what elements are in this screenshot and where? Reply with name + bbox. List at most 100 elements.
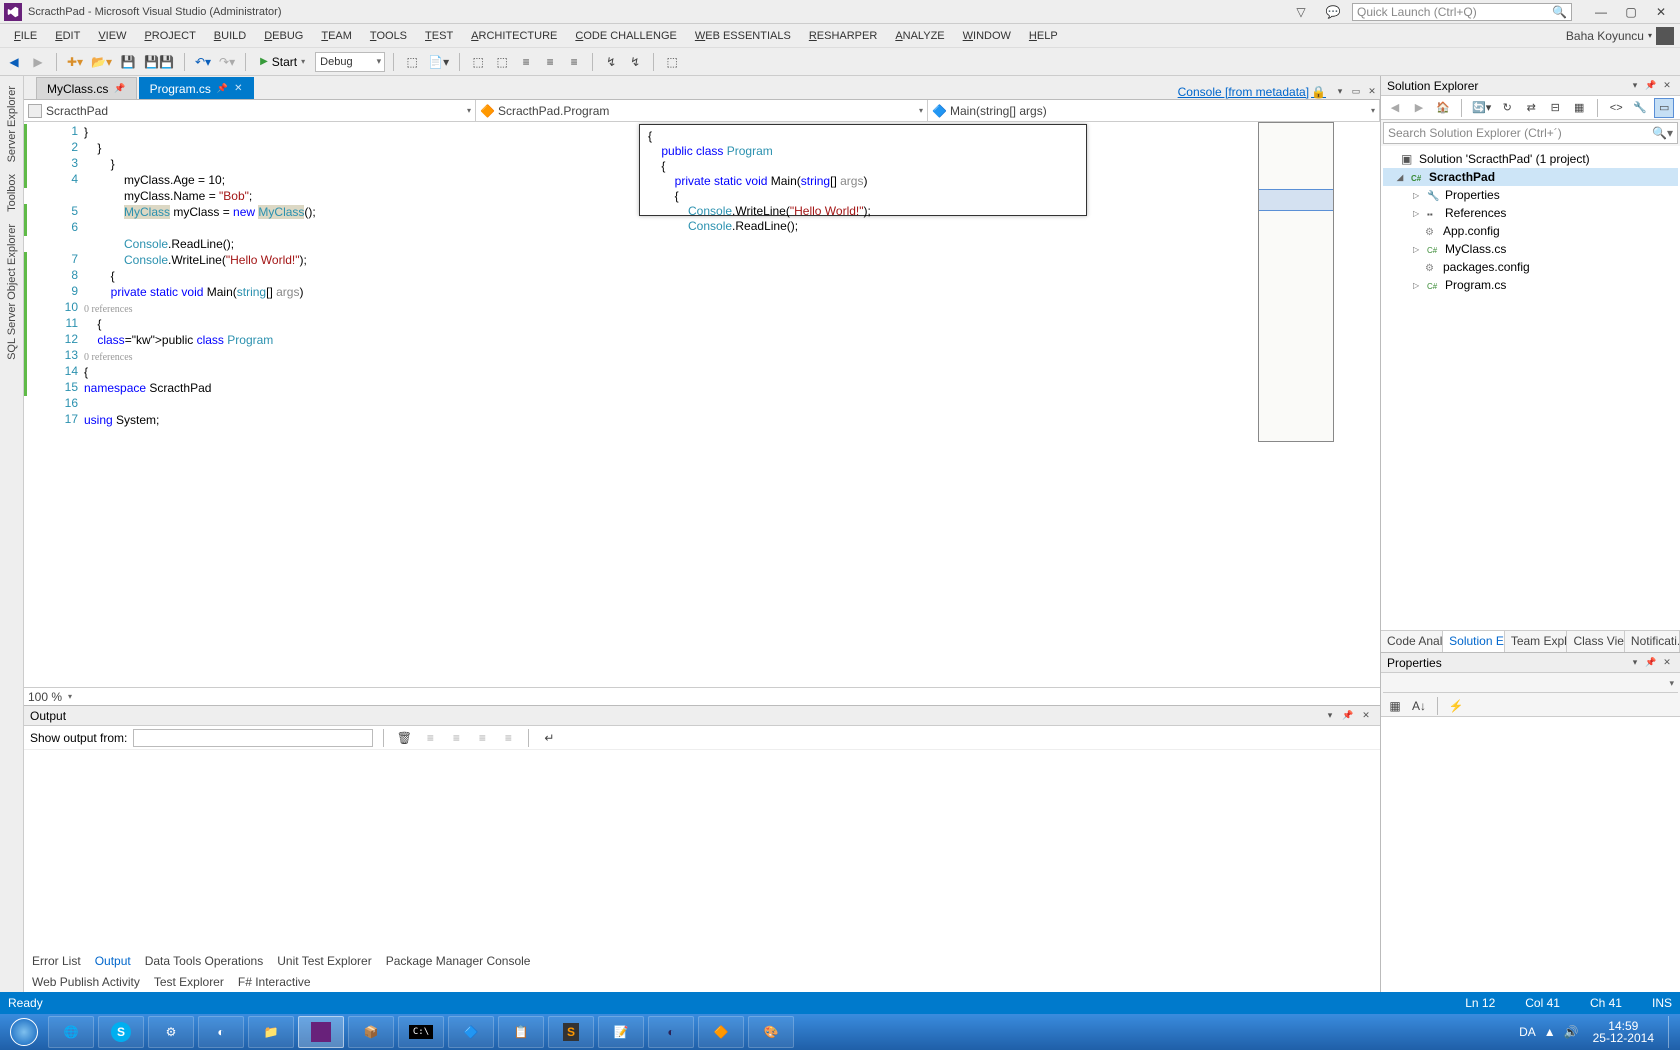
props-categorized-button[interactable]: ▦ [1385, 696, 1405, 716]
tb-icon-1[interactable]: ⬚ [402, 52, 422, 72]
new-project-button[interactable]: ✚▾ [65, 52, 85, 72]
tb-icon-5[interactable]: ≡ [516, 52, 536, 72]
rtab-solutionexplorer[interactable]: Solution E... [1443, 631, 1505, 652]
props-object-dropdown[interactable]: ▾ [1383, 675, 1678, 693]
start-button[interactable] [4, 1016, 44, 1048]
menu-debug[interactable]: DEBUG [256, 28, 311, 44]
taskbar-cmd[interactable]: C:\ [398, 1016, 444, 1048]
rtab-codeanalysis[interactable]: Code Anal... [1381, 631, 1443, 652]
se-properties-button[interactable]: 🔧 [1630, 98, 1650, 118]
close-tab-icon[interactable]: ✕ [234, 83, 242, 94]
tab-myclass[interactable]: MyClass.cs 📌 [36, 77, 137, 99]
feedback-speech-icon[interactable]: 💬 [1320, 3, 1346, 21]
start-debug-button[interactable]: ▶ Start ▾ [254, 52, 311, 72]
open-file-button[interactable]: 📂▾ [89, 52, 114, 72]
pin-icon[interactable]: 📌 [217, 83, 228, 94]
taskbar-app-2[interactable]: 📦 [348, 1016, 394, 1048]
menu-project[interactable]: PROJECT [136, 28, 203, 44]
output-clear-button[interactable]: 🗑 [394, 728, 414, 748]
side-tab-sql-explorer[interactable]: SQL Server Object Explorer [4, 218, 20, 366]
rtab-classview[interactable]: Class View [1567, 631, 1624, 652]
menu-edit[interactable]: EDIT [47, 28, 88, 44]
tray-lang[interactable]: DA [1519, 1025, 1536, 1039]
props-close-button[interactable]: ✕ [1660, 656, 1674, 670]
output-dropdown-button[interactable]: ▾ [1322, 708, 1338, 724]
save-all-button[interactable]: 💾💾 [142, 52, 176, 72]
tab-test-explorer[interactable]: Test Explorer [154, 975, 224, 989]
tab-web-publish[interactable]: Web Publish Activity [32, 975, 140, 989]
tab-pkg-mgr[interactable]: Package Manager Console [386, 954, 531, 968]
se-home-button[interactable]: 🏠 [1433, 98, 1453, 118]
quick-launch-input[interactable]: Quick Launch (Ctrl+Q) 🔍 [1352, 3, 1572, 21]
tb-icon-10[interactable]: ⬚ [662, 52, 682, 72]
tree-program[interactable]: ▷ Program.cs [1383, 276, 1678, 294]
menu-test[interactable]: TEST [417, 28, 461, 44]
rtab-notifications[interactable]: Notificati... [1625, 631, 1680, 652]
se-pin-button[interactable]: 📌 [1644, 79, 1658, 93]
taskbar-app-5[interactable]: 📝 [598, 1016, 644, 1048]
output-btn-1[interactable]: ≡ [420, 728, 440, 748]
tb-icon-8[interactable]: ↯ [601, 52, 621, 72]
taskbar-app-3[interactable]: 🔷 [448, 1016, 494, 1048]
tree-properties[interactable]: ▷ Properties [1383, 186, 1678, 204]
taskbar-visualstudio[interactable] [298, 1016, 344, 1048]
solution-tree[interactable]: Solution 'ScracthPad' (1 project) ◢ Scra… [1381, 146, 1680, 630]
taskbar-app-1[interactable]: ⚙ [148, 1016, 194, 1048]
output-wrap-button[interactable]: ↵ [539, 728, 559, 748]
se-scope-button[interactable]: 🔄▾ [1470, 98, 1493, 118]
se-fwd-button[interactable]: ▶ [1409, 98, 1429, 118]
system-tray[interactable]: DA ▲ 🔊 14:59 25-12-2014 [1519, 1016, 1676, 1048]
taskbar-eclipse[interactable]: ◐ [648, 1016, 694, 1048]
taskbar-steam[interactable]: ◐ [198, 1016, 244, 1048]
output-btn-4[interactable]: ≡ [498, 728, 518, 748]
menu-tools[interactable]: TOOLS [362, 28, 415, 44]
nav-namespace-dropdown[interactable]: ScracthPad [24, 100, 476, 121]
save-button[interactable]: 💾 [118, 52, 138, 72]
close-metadata-button[interactable]: ✕ [1364, 83, 1380, 99]
metadata-link[interactable]: Console [from metadata] 🔒 [1172, 85, 1332, 99]
menu-window[interactable]: WINDOW [955, 28, 1019, 44]
show-desktop-button[interactable] [1668, 1016, 1676, 1048]
props-alpha-button[interactable]: A↓ [1409, 696, 1429, 716]
output-pin-button[interactable]: 📌 [1340, 708, 1356, 724]
taskbar-sublime[interactable]: S [548, 1016, 594, 1048]
signed-in-user[interactable]: Baha Koyuncu ▾ [1566, 27, 1674, 45]
nav-back-button[interactable]: ◀ [4, 52, 24, 72]
menu-build[interactable]: BUILD [206, 28, 254, 44]
tab-program[interactable]: Program.cs 📌 ✕ [139, 77, 254, 99]
restore-button[interactable]: ▢ [1616, 3, 1646, 21]
tree-packages[interactable]: packages.config [1383, 258, 1678, 276]
solution-search-input[interactable]: Search Solution Explorer (Ctrl+´) 🔍▾ [1383, 122, 1678, 144]
se-showall-button[interactable]: ▦ [1569, 98, 1589, 118]
taskbar-explorer[interactable]: 📁 [248, 1016, 294, 1048]
feedback-down-icon[interactable]: ▽ [1288, 3, 1314, 21]
props-dropdown-button[interactable]: ▾ [1628, 656, 1642, 670]
tab-output[interactable]: Output [95, 954, 131, 968]
tab-overflow-button[interactable]: ▾ [1332, 83, 1348, 99]
zoom-dropdown[interactable]: 100 % ▾ [24, 687, 1380, 705]
tab-data-tools[interactable]: Data Tools Operations [145, 954, 264, 968]
se-back-button[interactable]: ◀ [1385, 98, 1405, 118]
tb-icon-3[interactable]: ⬚ [468, 52, 488, 72]
redo-button[interactable]: ↷▾ [217, 52, 237, 72]
menu-codechallenge[interactable]: CODE CHALLENGE [567, 28, 684, 44]
output-btn-3[interactable]: ≡ [472, 728, 492, 748]
se-close-button[interactable]: ✕ [1660, 79, 1674, 93]
code-editor[interactable]: 1234567891011121314151617 } } } myClass.… [24, 122, 1380, 687]
tab-unit-test[interactable]: Unit Test Explorer [277, 954, 371, 968]
menu-view[interactable]: VIEW [90, 28, 134, 44]
props-events-button[interactable]: ⚡ [1446, 696, 1466, 716]
se-collapse-button[interactable]: ⊟ [1545, 98, 1565, 118]
menu-help[interactable]: HELP [1021, 28, 1066, 44]
tree-references[interactable]: ▷ References [1383, 204, 1678, 222]
properties-grid[interactable] [1381, 717, 1680, 992]
tree-myclass[interactable]: ▷ MyClass.cs [1383, 240, 1678, 258]
tb-icon-2[interactable]: 📄▾ [426, 52, 451, 72]
tree-project[interactable]: ◢ ScracthPad [1383, 168, 1678, 186]
taskbar-chrome[interactable]: 🌐 [48, 1016, 94, 1048]
se-code-button[interactable]: <> [1606, 98, 1626, 118]
side-tab-server-explorer[interactable]: Server Explorer [4, 80, 20, 168]
close-button[interactable]: ✕ [1646, 3, 1676, 21]
tb-icon-4[interactable]: ⬚ [492, 52, 512, 72]
output-btn-2[interactable]: ≡ [446, 728, 466, 748]
